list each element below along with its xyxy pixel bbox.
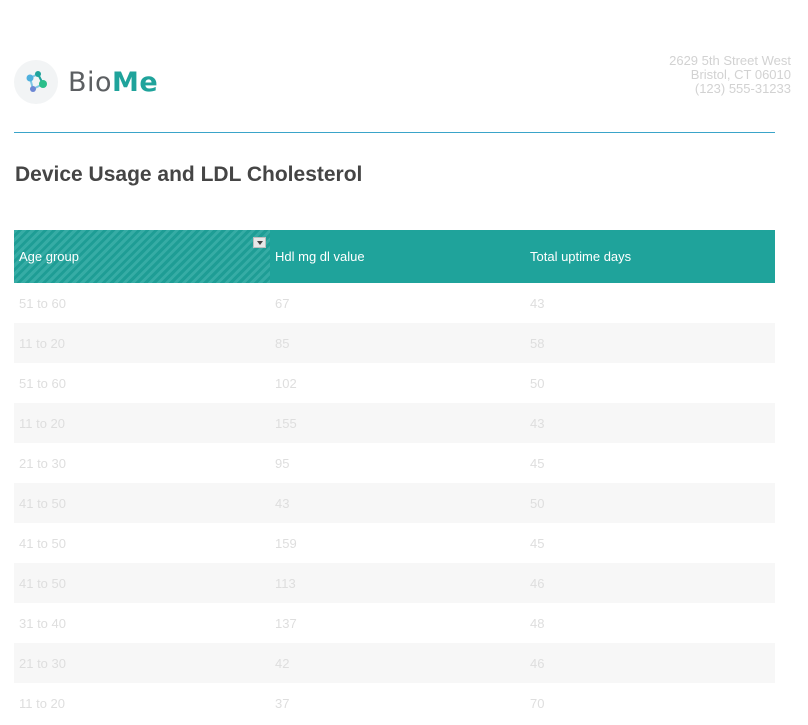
brand-name: BioMe bbox=[68, 67, 158, 98]
table-body: 51 to 60 67 43 11 to 20 85 58 51 to 60 102 50 11 … bbox=[14, 283, 775, 723]
table-cell: 45 bbox=[530, 535, 545, 551]
table-cell: 50 bbox=[530, 375, 545, 391]
column-header-age-group[interactable]: Age group bbox=[14, 230, 270, 283]
table-header: Age group Hdl mg dl value Total uptime d… bbox=[14, 230, 775, 283]
table-cell: 58 bbox=[530, 335, 545, 351]
address-line-3: (123) 555-31233 bbox=[694, 81, 791, 96]
table-cell: 21 to 30 bbox=[19, 455, 66, 471]
table-cell: 159 bbox=[275, 535, 297, 551]
table-cell: 11 to 20 bbox=[19, 695, 66, 711]
table-cell: 51 to 60 bbox=[19, 375, 66, 391]
table-row[interactable]: 41 to 50 43 50 bbox=[14, 483, 775, 523]
table-cell: 70 bbox=[530, 695, 545, 711]
table-row[interactable]: 11 to 20 37 70 bbox=[14, 683, 775, 723]
dropdown-arrow-icon[interactable] bbox=[253, 237, 266, 248]
table-cell: 85 bbox=[275, 335, 290, 351]
report-page: BioMe 2629 5th Street West Bristol, CT 0… bbox=[0, 0, 808, 725]
table-cell: 67 bbox=[275, 295, 290, 311]
table-cell: 46 bbox=[530, 575, 545, 591]
table-cell: 41 to 50 bbox=[19, 495, 66, 511]
table-cell: 95 bbox=[275, 455, 290, 471]
table-cell: 31 to 40 bbox=[19, 615, 66, 631]
table-cell: 41 to 50 bbox=[19, 575, 66, 591]
table-cell: 102 bbox=[275, 375, 297, 391]
table-row[interactable]: 51 to 60 102 50 bbox=[14, 363, 775, 403]
table-cell: 43 bbox=[530, 415, 545, 431]
table-cell: 21 to 30 bbox=[19, 655, 66, 671]
table-cell: 45 bbox=[530, 455, 545, 471]
brand-name-part2: Me bbox=[112, 66, 159, 98]
table-cell: 50 bbox=[530, 495, 545, 511]
table-cell: 37 bbox=[275, 695, 290, 711]
column-header-uptime-days[interactable]: Total uptime days bbox=[525, 230, 775, 283]
brand-name-part1: Bio bbox=[68, 66, 113, 98]
table-cell: 137 bbox=[275, 615, 297, 631]
column-header-label: Hdl mg dl value bbox=[275, 249, 365, 264]
table-row[interactable]: 21 to 30 42 46 bbox=[14, 643, 775, 683]
molecule-icon bbox=[14, 60, 58, 104]
table-cell: 51 to 60 bbox=[19, 295, 66, 311]
table-cell: 46 bbox=[530, 655, 545, 671]
table-cell: 43 bbox=[530, 295, 545, 311]
table-row[interactable]: 11 to 20 85 58 bbox=[14, 323, 775, 363]
company-address: 2629 5th Street West Bristol, CT 06010 (… bbox=[669, 54, 791, 96]
header-divider bbox=[14, 132, 775, 133]
table-cell: 11 to 20 bbox=[19, 415, 66, 431]
table-cell: 42 bbox=[275, 655, 290, 671]
table-row[interactable]: 21 to 30 95 45 bbox=[14, 443, 775, 483]
table-cell: 11 to 20 bbox=[19, 335, 66, 351]
table-row[interactable]: 41 to 50 113 46 bbox=[14, 563, 775, 603]
table-row[interactable]: 41 to 50 159 45 bbox=[14, 523, 775, 563]
column-header-label: Total uptime days bbox=[530, 249, 632, 264]
table-cell: 155 bbox=[275, 415, 297, 431]
column-header-hdl-value[interactable]: Hdl mg dl value bbox=[270, 230, 525, 283]
table-row[interactable]: 51 to 60 67 43 bbox=[14, 283, 775, 323]
table-cell: 48 bbox=[530, 615, 545, 631]
address-line-1: 2629 5th Street West bbox=[669, 53, 791, 68]
column-header-label: Age group bbox=[19, 249, 79, 264]
brand-logo: BioMe bbox=[14, 60, 158, 104]
table-cell: 113 bbox=[275, 575, 296, 591]
table-cell: 43 bbox=[275, 495, 290, 511]
data-table: Age group Hdl mg dl value Total uptime d… bbox=[14, 230, 775, 723]
table-cell: 41 to 50 bbox=[19, 535, 66, 551]
table-row[interactable]: 31 to 40 137 48 bbox=[14, 603, 775, 643]
address-line-2: Bristol, CT 06010 bbox=[690, 67, 791, 82]
report-title: Device Usage and LDL Cholesterol bbox=[15, 163, 363, 186]
table-row[interactable]: 11 to 20 155 43 bbox=[14, 403, 775, 443]
